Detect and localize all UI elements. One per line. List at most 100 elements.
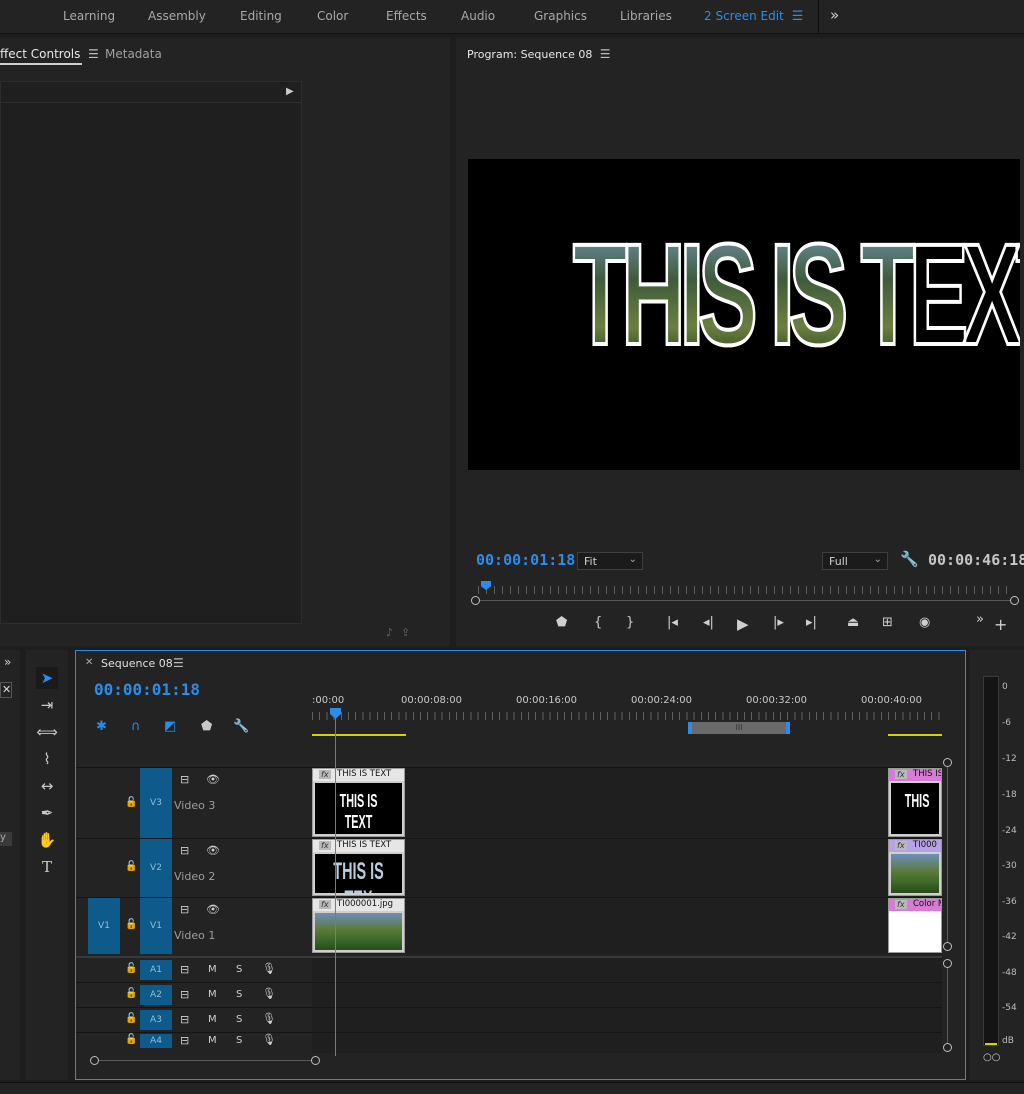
mute-button[interactable]: M	[208, 1014, 217, 1025]
sync-lock-icon[interactable]: ⊟	[180, 963, 189, 976]
clip-v2-title[interactable]: THIS IS TEXT fx THIS IS TEX	[312, 839, 405, 896]
track-v2-area[interactable]	[312, 839, 942, 897]
scrollbar-right-handle[interactable]	[311, 1056, 320, 1065]
workspace-tab-editing[interactable]: Editing	[240, 9, 282, 23]
microphone-icon[interactable]: 🎙	[262, 962, 276, 975]
solo-button[interactable]: S	[236, 989, 242, 1000]
track-target-v3[interactable]: V3	[140, 768, 172, 838]
timeline-timecode[interactable]: 00:00:01:18	[94, 680, 200, 699]
type-tool-icon[interactable]: T	[36, 856, 58, 878]
scrollbar-bottom-handle[interactable]	[943, 942, 952, 951]
wrench-icon[interactable]: 🔧	[233, 719, 249, 734]
ripple-edit-tool-icon[interactable]: ⟺	[36, 721, 58, 743]
tab-effect-controls[interactable]: ffect Controls ☰	[0, 47, 99, 61]
clip-v3-title[interactable]: THIS IS TEXT fx THIS IS TEXT	[312, 768, 405, 837]
project-item-fragment[interactable]: y	[0, 832, 12, 846]
workspace-tab-assembly[interactable]: Assembly	[148, 9, 206, 23]
lift-icon[interactable]: ⏏	[847, 615, 859, 630]
tab-sequence[interactable]: Sequence 08	[101, 657, 173, 670]
scrollbar-left-handle[interactable]	[90, 1056, 99, 1065]
snap-magnet-icon[interactable]: ∩	[131, 719, 141, 734]
linked-selection-icon[interactable]: ◩	[164, 719, 176, 734]
workspace-tab-graphics[interactable]: Graphics	[534, 9, 587, 23]
close-icon[interactable]: ✕	[0, 682, 12, 698]
close-icon[interactable]: ✕	[85, 657, 93, 668]
mute-button[interactable]: M	[208, 964, 217, 975]
work-area-bar[interactable]	[312, 734, 406, 736]
lock-icon[interactable]: 🔓	[125, 1013, 137, 1024]
panel-menu-icon[interactable]: ☰	[173, 656, 184, 670]
sync-lock-icon[interactable]: ⊟	[180, 988, 189, 1001]
extract-icon[interactable]: ⊞	[882, 615, 893, 630]
scrollbar-top-handle[interactable]	[943, 758, 952, 767]
workspace-tab-libraries[interactable]: Libraries	[620, 9, 672, 23]
track-v3-area[interactable]	[312, 768, 942, 838]
video-tracks-scrollbar[interactable]	[947, 764, 948, 946]
audio-scrub-icon[interactable]: ♪	[386, 626, 401, 639]
sync-lock-icon[interactable]: ⊟	[180, 1013, 189, 1026]
lock-icon[interactable]: 🔓	[125, 861, 137, 872]
microphone-icon[interactable]: 🎙	[262, 987, 276, 1000]
scrollbar-top-handle[interactable]	[943, 959, 952, 968]
track-name[interactable]: Video 3	[174, 799, 215, 812]
mute-button[interactable]: M	[208, 1035, 217, 1046]
hand-tool-icon[interactable]: ✋	[36, 829, 58, 851]
fx-badge[interactable]: fx	[319, 841, 331, 850]
lock-icon[interactable]: 🔓	[125, 919, 137, 930]
fx-badge[interactable]: fx	[895, 770, 907, 779]
selection-tool-icon[interactable]: ➤	[36, 667, 58, 689]
lock-icon[interactable]: 🔓	[125, 797, 137, 808]
track-target-a2[interactable]: A2	[140, 985, 172, 1005]
microphone-icon[interactable]: 🎙	[262, 1033, 276, 1046]
timeline-zoom-scrollbar[interactable]: III	[688, 722, 790, 734]
add-marker-icon[interactable]: ⬟	[201, 719, 212, 734]
double-chevron-right-icon[interactable]: »	[830, 6, 839, 24]
video-audio-divider[interactable]	[76, 956, 942, 958]
workspace-tab-audio[interactable]: Audio	[461, 9, 495, 23]
track-target-v2[interactable]: V2	[140, 839, 172, 897]
track-a3-area[interactable]	[312, 1008, 942, 1032]
source-patch-v1[interactable]: V1	[88, 898, 120, 954]
solo-button[interactable]: S	[236, 1014, 242, 1025]
track-target-a4[interactable]: A4	[140, 1034, 172, 1048]
mute-button[interactable]: M	[208, 989, 217, 1000]
timeline-horizontal-scrollbar[interactable]	[94, 1060, 316, 1061]
sync-lock-icon[interactable]: ⊟	[180, 1034, 189, 1047]
sync-lock-icon[interactable]: ⊟	[180, 773, 189, 786]
track-target-a1[interactable]: A1	[140, 960, 172, 980]
fx-badge[interactable]: fx	[319, 770, 331, 779]
meter-solo-buttons[interactable]: ○○	[983, 1052, 1000, 1063]
slip-tool-icon[interactable]: ↔	[36, 775, 58, 797]
hamburger-menu-icon[interactable]: ☰	[792, 9, 804, 24]
track-v1-area[interactable]	[312, 898, 942, 954]
mark-out-icon[interactable]: }	[626, 615, 634, 630]
scrollbar-bottom-handle[interactable]	[943, 1043, 952, 1052]
step-back-icon[interactable]: ◂|	[703, 615, 714, 630]
program-video-frame[interactable]: THIS IS TEXT	[468, 159, 1020, 470]
double-chevron-right-icon[interactable]: »	[976, 612, 984, 627]
audio-tracks-scrollbar[interactable]	[947, 966, 948, 1046]
workspace-tab-effects[interactable]: Effects	[386, 9, 427, 23]
clip-v3-title-2[interactable]: THIS IS fx THIS	[888, 768, 942, 837]
scrollbar-left-handle[interactable]	[471, 596, 480, 605]
mark-in-icon[interactable]: {	[594, 615, 602, 630]
monitor-zoom-scrollbar[interactable]	[476, 600, 1016, 601]
eye-icon[interactable]: 👁	[206, 903, 220, 916]
zoom-level-select[interactable]: Fit ⌄	[577, 552, 643, 570]
workspace-tab-color[interactable]: Color	[317, 9, 348, 23]
panel-menu-icon[interactable]: ☰	[84, 47, 99, 61]
nest-sequence-icon[interactable]: ✱	[96, 719, 107, 734]
playhead-timecode[interactable]: 00:00:01:18	[476, 551, 575, 569]
tab-program-monitor[interactable]: Program: Sequence 08 ☰	[467, 47, 610, 61]
clip-v1-color-matte[interactable]: Color M fx	[888, 898, 942, 953]
lock-icon[interactable]: 🔓	[125, 1034, 137, 1045]
microphone-icon[interactable]: 🎙	[262, 1012, 276, 1025]
lock-icon[interactable]: 🔓	[125, 963, 137, 974]
go-to-in-icon[interactable]: |◂	[667, 615, 678, 630]
track-a2-area[interactable]	[312, 983, 942, 1007]
sync-lock-icon[interactable]: ⊟	[180, 844, 189, 857]
monitor-time-ruler[interactable]	[478, 586, 1014, 594]
go-to-out-icon[interactable]: ▸|	[806, 615, 817, 630]
track-name[interactable]: Video 2	[174, 870, 215, 883]
track-target-a3[interactable]: A3	[140, 1010, 172, 1030]
